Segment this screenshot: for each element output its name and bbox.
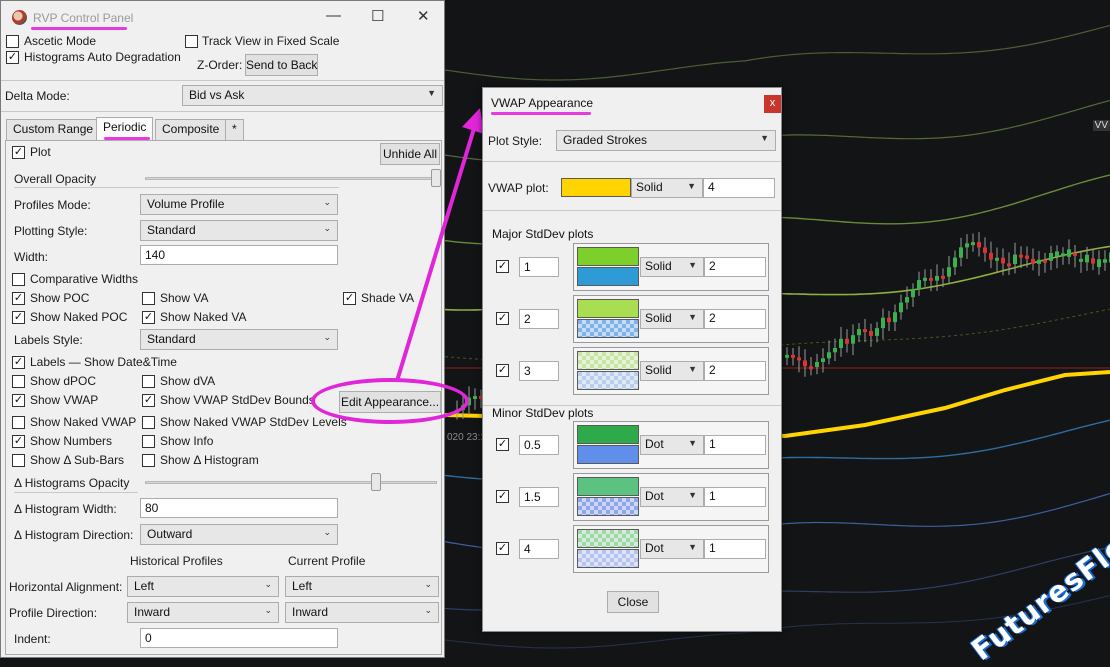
- chevron-down-icon: ▼: [688, 260, 697, 270]
- minor-3-line-width-input[interactable]: 1: [704, 539, 766, 559]
- major-stddev-title: Major StdDev plots: [492, 227, 594, 241]
- chevron-down-icon: ▼: [688, 312, 697, 322]
- minor-3-lower-color-swatch[interactable]: [577, 549, 639, 568]
- minor-1-line-width-input[interactable]: 1: [704, 435, 766, 455]
- major-3-upper-color-swatch[interactable]: [577, 351, 639, 370]
- dialog-title-underline: [491, 112, 591, 115]
- minor-3-multiplier-input[interactable]: 4: [519, 539, 559, 559]
- minor-1-lower-color-swatch[interactable]: [577, 445, 639, 464]
- minor-2-line-width-input[interactable]: 1: [704, 487, 766, 507]
- plot-style-select[interactable]: Graded Strokes ▼: [556, 130, 776, 151]
- major-3-line-width-input[interactable]: 2: [704, 361, 766, 381]
- major-1-lower-color-swatch[interactable]: [577, 267, 639, 286]
- chevron-down-icon: ▼: [688, 364, 697, 374]
- major-1-upper-color-swatch[interactable]: [577, 247, 639, 266]
- chevron-down-icon: ▼: [688, 542, 697, 552]
- minor-1-checkbox[interactable]: ✓: [496, 438, 509, 451]
- arrow-head: [462, 108, 484, 134]
- major-1-checkbox[interactable]: ✓: [496, 260, 509, 273]
- minor-1-line-style-value: Dot: [645, 437, 664, 451]
- chevron-down-icon: ▼: [760, 133, 769, 143]
- minor-3-line-style-select[interactable]: Dot ▼: [640, 539, 704, 559]
- minor-1-upper-color-swatch[interactable]: [577, 425, 639, 444]
- close-button[interactable]: Close: [607, 591, 659, 613]
- minor-1-multiplier-input[interactable]: 0.5: [519, 435, 559, 455]
- major-3-multiplier-input[interactable]: 3: [519, 361, 559, 381]
- major-3-line-style-select[interactable]: Solid ▼: [640, 361, 704, 381]
- arrow-shaft: [395, 121, 478, 382]
- minor-2-lower-color-swatch[interactable]: [577, 497, 639, 516]
- major-3-lower-color-swatch[interactable]: [577, 371, 639, 390]
- major-1-line-width-input[interactable]: 2: [704, 257, 766, 277]
- vwap-appearance-dialog: VWAP Appearance x Plot Style: Graded Str…: [482, 87, 782, 632]
- major-2-line-width-input[interactable]: 2: [704, 309, 766, 329]
- major-1-line-style-select[interactable]: Solid ▼: [640, 257, 704, 277]
- minor-2-checkbox[interactable]: ✓: [496, 490, 509, 503]
- minor-2-upper-color-swatch[interactable]: [577, 477, 639, 496]
- minor-1-line-style-select[interactable]: Dot ▼: [640, 435, 704, 455]
- major-3-checkbox[interactable]: ✓: [496, 364, 509, 377]
- minor-3-upper-color-swatch[interactable]: [577, 529, 639, 548]
- major-1-multiplier-input[interactable]: 1: [519, 257, 559, 277]
- major-2-multiplier-input[interactable]: 2: [519, 309, 559, 329]
- plot-style-label: Plot Style:: [488, 134, 543, 148]
- chevron-down-icon: ▼: [687, 181, 696, 191]
- major-1-line-style-value: Solid: [645, 259, 672, 273]
- minor-3-line-style-value: Dot: [645, 541, 664, 555]
- vwap-color-swatch[interactable]: [561, 178, 631, 197]
- minor-2-line-style-select[interactable]: Dot ▼: [640, 487, 704, 507]
- chevron-down-icon: ▼: [688, 490, 697, 500]
- major-2-checkbox[interactable]: ✓: [496, 312, 509, 325]
- minor-2-multiplier-input[interactable]: 1.5: [519, 487, 559, 507]
- chevron-down-icon: ▼: [688, 438, 697, 448]
- vwap-line-style-select[interactable]: Solid ▼: [631, 178, 703, 198]
- major-2-line-style-select[interactable]: Solid ▼: [640, 309, 704, 329]
- minor-2-line-style-value: Dot: [645, 489, 664, 503]
- major-2-lower-color-swatch[interactable]: [577, 319, 639, 338]
- divider: [483, 210, 781, 211]
- divider: [483, 161, 781, 162]
- major-2-line-style-value: Solid: [645, 311, 672, 325]
- minor-3-checkbox[interactable]: ✓: [496, 542, 509, 555]
- dialog-title: VWAP Appearance: [491, 96, 594, 110]
- vwap-line-width-input[interactable]: 4: [703, 178, 775, 198]
- major-3-line-style-value: Solid: [645, 363, 672, 377]
- close-icon[interactable]: x: [764, 95, 781, 113]
- plot-style-value: Graded Strokes: [563, 133, 648, 147]
- minor-stddev-title: Minor StdDev plots: [492, 406, 594, 420]
- vwap-line-style-value: Solid: [636, 180, 663, 194]
- major-2-upper-color-swatch[interactable]: [577, 299, 639, 318]
- vwap-plot-label: VWAP plot:: [488, 181, 549, 195]
